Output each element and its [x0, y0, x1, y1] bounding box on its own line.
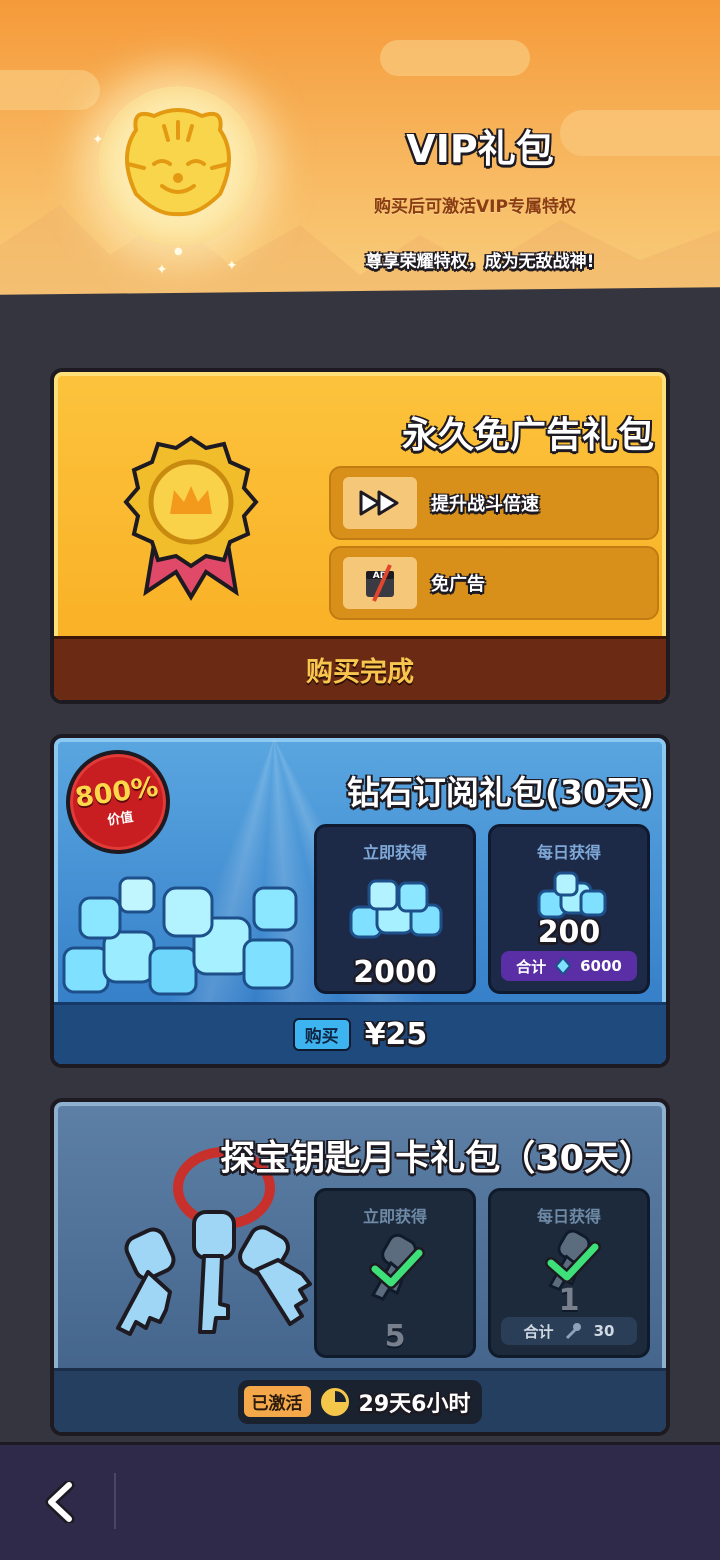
checkmark-icon	[545, 1241, 601, 1283]
buy-button-label[interactable]: 购买	[292, 1018, 351, 1051]
vip-title: VIP礼包	[406, 127, 554, 172]
vip-slogan: 尊享荣耀特权，成为无敌战神!	[365, 252, 595, 273]
checkmark-icon	[369, 1247, 425, 1289]
cloud-decoration	[380, 40, 530, 76]
total-value: 30	[593, 1322, 615, 1340]
diamond-pile-icon	[349, 879, 443, 939]
vip-header: ✦ ✦ ✦ ● VIP礼包 购买后可激活VIP专属特权 尊享荣耀特权，成为无敌战…	[0, 0, 720, 305]
subscription-status: 已激活 29天6小时	[237, 1379, 483, 1424]
feature-label: 免广告	[431, 574, 486, 596]
instant-reward-value: 2000	[353, 955, 438, 991]
fast-forward-icon	[343, 477, 417, 529]
tiger-face-icon	[125, 108, 231, 217]
sparkle-icon: ✦	[92, 132, 104, 148]
daily-reward-label: 每日获得	[536, 1207, 601, 1226]
purchase-status-bar: 购买完成	[54, 636, 666, 700]
feature-no-ads: AD 免广告	[329, 546, 659, 620]
instant-reward-box: 立即获得 2000	[314, 824, 476, 994]
vip-subtitle: 购买后可激活VIP专属特权	[374, 197, 576, 217]
daily-reward-value: 1	[558, 1283, 580, 1318]
key-icon	[565, 1323, 581, 1340]
remaining-time: 29天6小时	[358, 1391, 471, 1417]
timer-icon	[320, 1387, 349, 1416]
sparkle-icon: ✦	[226, 258, 238, 274]
total-label: 合计	[516, 957, 547, 976]
daily-total-pill: 合计 30	[501, 1317, 637, 1345]
feature-label: 提升战斗倍速	[431, 494, 540, 516]
chevron-left-icon	[45, 1481, 75, 1523]
diamond-purchase-bar[interactable]: 购买 ¥25	[54, 1002, 666, 1064]
key-status-bar: 已激活 29天6小时	[54, 1368, 666, 1432]
no-ads-pack-title: 永久免广告礼包	[401, 415, 654, 457]
instant-reward-value: 5	[384, 1319, 406, 1354]
diamond-pack-title: 钻石订阅礼包(30天)	[346, 773, 654, 813]
back-button[interactable]	[30, 1467, 90, 1537]
no-ads-icon: AD	[343, 557, 417, 609]
instant-reward-label: 立即获得	[362, 1207, 427, 1226]
diamond-pile-icon	[62, 876, 298, 996]
instant-reward-label: 立即获得	[362, 843, 427, 862]
total-value: 6000	[580, 957, 622, 975]
daily-reward-value: 200	[537, 915, 601, 951]
purchase-complete-label: 购买完成	[306, 657, 414, 688]
sparkle-icon: ✦	[156, 262, 168, 278]
key-pack-title: 探宝钥匙月卡礼包（30天）	[220, 1139, 655, 1180]
instant-reward-box: 立即获得 5	[314, 1188, 476, 1358]
gold-crown-medal-icon	[123, 435, 259, 601]
sparkle-icon: ●	[174, 246, 183, 257]
daily-reward-box: 每日获得 1 合计 30	[488, 1188, 650, 1358]
daily-reward-box: 每日获得 200 合计 6000	[488, 824, 650, 994]
cloud-decoration	[0, 70, 100, 110]
no-ads-pack-card[interactable]: 永久免广告礼包 提升战斗倍速 AD 免广告 购买完成	[50, 368, 670, 704]
total-label: 合计	[523, 1322, 554, 1341]
price-label[interactable]: ¥25	[364, 1017, 428, 1053]
daily-reward-label: 每日获得	[536, 843, 601, 862]
divider	[114, 1473, 116, 1529]
diamond-icon	[554, 957, 572, 975]
activated-tag: 已激活	[243, 1386, 311, 1417]
key-pack-card[interactable]: 探宝钥匙月卡礼包（30天） 立即获得 5 每日获得 1 合计 30 已激活 29…	[50, 1098, 670, 1436]
diamond-pile-icon	[537, 871, 607, 919]
feature-speed-up: 提升战斗倍速	[329, 466, 659, 540]
diamond-pack-card[interactable]: 800% 价值 钻石订阅礼包(30天) 立即获得 2000 每日获得 200 合…	[50, 734, 670, 1068]
bottom-nav-bar	[0, 1442, 720, 1560]
value-badge-label: 价值	[106, 810, 135, 829]
daily-total-pill: 合计 6000	[501, 951, 637, 981]
tiger-sun-emblem	[98, 86, 258, 246]
